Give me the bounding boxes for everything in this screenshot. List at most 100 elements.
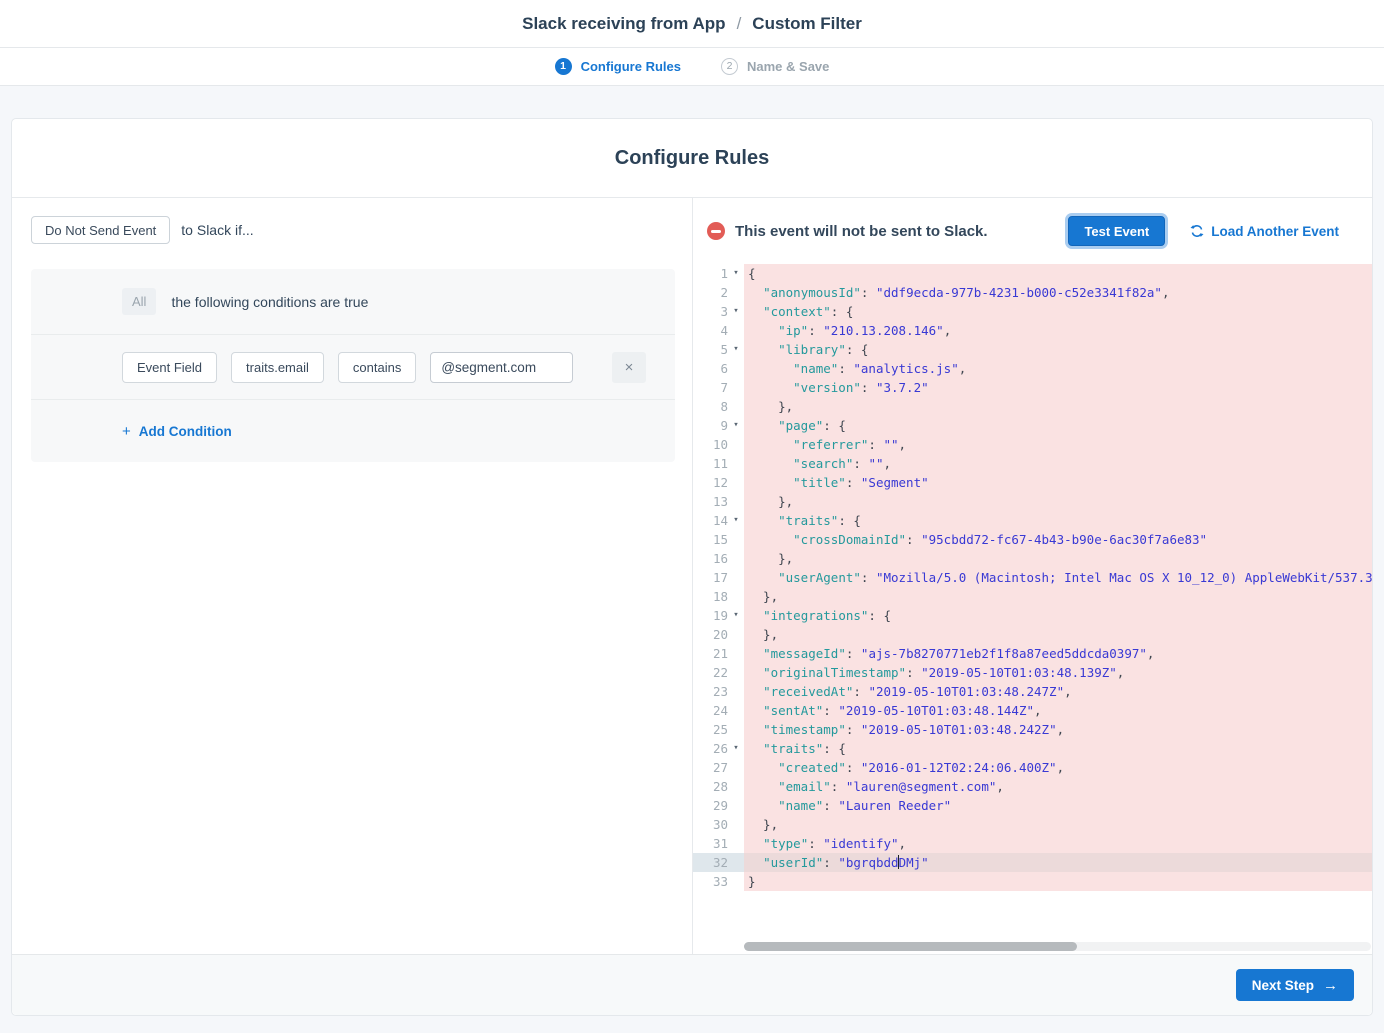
code-text[interactable]: "sentAt": "2019-05-10T01:03:48.144Z", — [744, 701, 1372, 720]
code-text[interactable]: "timestamp": "2019-05-10T01:03:48.242Z", — [744, 720, 1372, 739]
match-type-badge[interactable]: All — [122, 288, 156, 315]
code-text[interactable]: "userAgent": "Mozilla/5.0 (Macintosh; In… — [744, 568, 1372, 587]
line-number: 16 — [693, 549, 728, 568]
code-text[interactable]: "originalTimestamp": "2019-05-10T01:03:4… — [744, 663, 1372, 682]
page-title: Configure Rules — [615, 147, 769, 170]
code-text[interactable]: "search": "", — [744, 454, 1372, 473]
code-line[interactable]: 19▾ "integrations": { — [693, 606, 1372, 625]
fold-arrow-icon[interactable]: ▾ — [728, 739, 744, 758]
code-text[interactable]: "email": "lauren@segment.com", — [744, 777, 1372, 796]
code-line[interactable]: 9▾ "page": { — [693, 416, 1372, 435]
send-mode-button[interactable]: Do Not Send Event — [31, 216, 170, 244]
code-text[interactable]: "name": "Lauren Reeder" — [744, 796, 1372, 815]
code-line[interactable]: 13 }, — [693, 492, 1372, 511]
code-text[interactable]: }, — [744, 587, 1372, 606]
json-editor[interactable]: 1▾{2 "anonymousId": "ddf9ecda-977b-4231-… — [693, 264, 1372, 954]
code-text[interactable]: }, — [744, 549, 1372, 568]
line-number: 17 — [693, 568, 728, 587]
code-text[interactable]: "anonymousId": "ddf9ecda-977b-4231-b000-… — [744, 283, 1372, 302]
code-line[interactable]: 3▾ "context": { — [693, 302, 1372, 321]
code-line[interactable]: 8 }, — [693, 397, 1372, 416]
code-text[interactable]: "traits": { — [744, 511, 1372, 530]
code-line[interactable]: 15 "crossDomainId": "95cbdd72-fc67-4b43-… — [693, 530, 1372, 549]
code-line[interactable]: 16 }, — [693, 549, 1372, 568]
fold-arrow-icon[interactable]: ▾ — [728, 340, 744, 359]
code-line[interactable]: 18 }, — [693, 587, 1372, 606]
code-text[interactable]: }, — [744, 397, 1372, 416]
code-line[interactable]: 27 "created": "2016-01-12T02:24:06.400Z"… — [693, 758, 1372, 777]
code-text[interactable]: "name": "analytics.js", — [744, 359, 1372, 378]
code-text[interactable]: "receivedAt": "2019-05-10T01:03:48.247Z"… — [744, 682, 1372, 701]
fold-arrow-icon[interactable]: ▾ — [728, 416, 744, 435]
code-line[interactable]: 32 "userId": "bgrqbddDMj" — [693, 853, 1372, 872]
fold-gutter — [728, 359, 744, 378]
code-text[interactable]: "referrer": "", — [744, 435, 1372, 454]
code-line[interactable]: 33} — [693, 872, 1372, 891]
code-line[interactable]: 14▾ "traits": { — [693, 511, 1372, 530]
code-text[interactable]: "ip": "210.13.208.146", — [744, 321, 1372, 340]
code-line[interactable]: 24 "sentAt": "2019-05-10T01:03:48.144Z", — [693, 701, 1372, 720]
code-text[interactable]: "type": "identify", — [744, 834, 1372, 853]
code-line[interactable]: 12 "title": "Segment" — [693, 473, 1372, 492]
code-text[interactable]: }, — [744, 815, 1372, 834]
code-text[interactable]: "userId": "bgrqbddDMj" — [744, 853, 1372, 872]
code-text[interactable]: "page": { — [744, 416, 1372, 435]
code-line[interactable]: 7 "version": "3.7.2" — [693, 378, 1372, 397]
step-configure-rules[interactable]: 1 Configure Rules — [555, 58, 681, 75]
next-step-button[interactable]: Next Step → — [1236, 969, 1354, 1001]
code-line[interactable]: 31 "type": "identify", — [693, 834, 1372, 853]
code-text[interactable]: "library": { — [744, 340, 1372, 359]
code-line[interactable]: 5▾ "library": { — [693, 340, 1372, 359]
line-number: 21 — [693, 644, 728, 663]
code-text[interactable]: "crossDomainId": "95cbdd72-fc67-4b43-b90… — [744, 530, 1372, 549]
code-text[interactable]: "context": { — [744, 302, 1372, 321]
code-text[interactable]: } — [744, 872, 1372, 891]
fold-arrow-icon[interactable]: ▾ — [728, 511, 744, 530]
code-line[interactable]: 30 }, — [693, 815, 1372, 834]
condition-value-input[interactable] — [430, 352, 573, 383]
code-line[interactable]: 10 "referrer": "", — [693, 435, 1372, 454]
code-line[interactable]: 2 "anonymousId": "ddf9ecda-977b-4231-b00… — [693, 283, 1372, 302]
fold-arrow-icon[interactable]: ▾ — [728, 606, 744, 625]
arrow-right-icon: → — [1323, 977, 1338, 994]
load-another-event-link[interactable]: Load Another Event — [1190, 224, 1339, 239]
code-text[interactable]: "integrations": { — [744, 606, 1372, 625]
fold-arrow-icon[interactable]: ▾ — [728, 302, 744, 321]
code-text[interactable]: { — [744, 264, 1372, 283]
test-event-button[interactable]: Test Event — [1068, 216, 1165, 246]
step-name-save[interactable]: 2 Name & Save — [721, 58, 829, 75]
code-line[interactable]: 6 "name": "analytics.js", — [693, 359, 1372, 378]
code-line[interactable]: 22 "originalTimestamp": "2019-05-10T01:0… — [693, 663, 1372, 682]
field-path-button[interactable]: traits.email — [231, 352, 324, 383]
code-line[interactable]: 26▾ "traits": { — [693, 739, 1372, 758]
breadcrumb-primary[interactable]: Slack receiving from App — [522, 14, 725, 34]
code-text[interactable]: "title": "Segment" — [744, 473, 1372, 492]
add-condition-link[interactable]: + Add Condition — [122, 423, 232, 440]
fold-gutter — [728, 473, 744, 492]
code-line[interactable]: 4 "ip": "210.13.208.146", — [693, 321, 1372, 340]
code-text[interactable]: "created": "2016-01-12T02:24:06.400Z", — [744, 758, 1372, 777]
operator-button[interactable]: contains — [338, 352, 416, 383]
code-line[interactable]: 23 "receivedAt": "2019-05-10T01:03:48.24… — [693, 682, 1372, 701]
fold-arrow-icon[interactable]: ▾ — [728, 264, 744, 283]
line-number: 11 — [693, 454, 728, 473]
horizontal-scrollbar-thumb[interactable] — [744, 942, 1077, 951]
code-line[interactable]: 28 "email": "lauren@segment.com", — [693, 777, 1372, 796]
code-line[interactable]: 29 "name": "Lauren Reeder" — [693, 796, 1372, 815]
line-number: 33 — [693, 872, 728, 891]
field-type-button[interactable]: Event Field — [122, 352, 217, 383]
breadcrumb-separator: / — [737, 14, 742, 34]
code-line[interactable]: 11 "search": "", — [693, 454, 1372, 473]
code-text[interactable]: "version": "3.7.2" — [744, 378, 1372, 397]
code-line[interactable]: 20 }, — [693, 625, 1372, 644]
code-text[interactable]: }, — [744, 492, 1372, 511]
remove-condition-button[interactable]: × — [612, 352, 646, 383]
wizard-steps: 1 Configure Rules 2 Name & Save — [0, 48, 1384, 86]
code-line[interactable]: 21 "messageId": "ajs-7b8270771eb2f1f8a87… — [693, 644, 1372, 663]
code-text[interactable]: "traits": { — [744, 739, 1372, 758]
code-line[interactable]: 1▾{ — [693, 264, 1372, 283]
code-line[interactable]: 17 "userAgent": "Mozilla/5.0 (Macintosh;… — [693, 568, 1372, 587]
code-text[interactable]: "messageId": "ajs-7b8270771eb2f1f8a87eed… — [744, 644, 1372, 663]
code-line[interactable]: 25 "timestamp": "2019-05-10T01:03:48.242… — [693, 720, 1372, 739]
code-text[interactable]: }, — [744, 625, 1372, 644]
